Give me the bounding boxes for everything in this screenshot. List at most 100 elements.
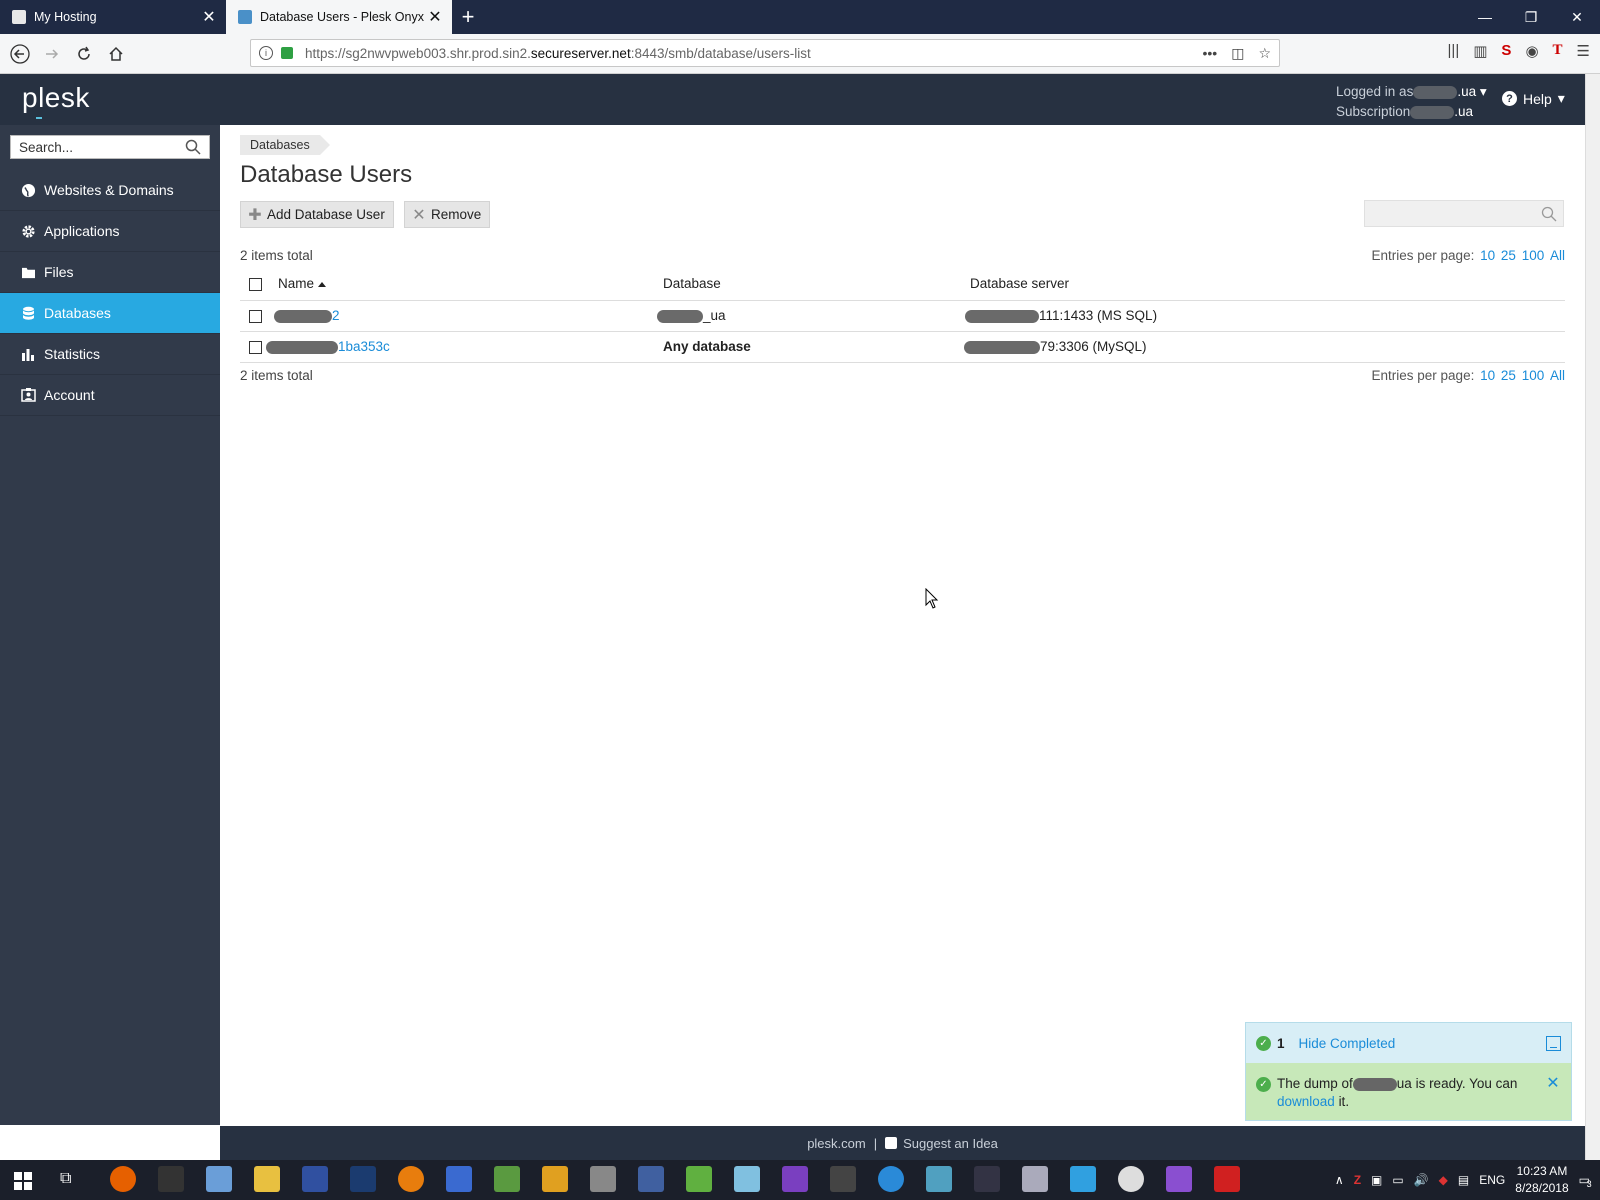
row-checkbox[interactable] [249, 309, 262, 323]
reload-icon[interactable] [68, 38, 100, 70]
minimize-icon[interactable] [1546, 1035, 1561, 1051]
app-icon[interactable] [686, 1166, 712, 1192]
tray-icon[interactable]: ▤ [1458, 1173, 1469, 1187]
extension-t-icon[interactable]: T [1553, 42, 1563, 60]
plesk-logo[interactable]: plesk [22, 82, 90, 119]
action-center-icon[interactable]: ▭ 3 [1579, 1173, 1592, 1189]
photoshop-icon[interactable] [350, 1166, 376, 1192]
plesk-com-link[interactable]: plesk.com [807, 1136, 866, 1151]
account-icon[interactable]: ◉ [1525, 42, 1538, 60]
file-explorer-icon[interactable] [254, 1166, 280, 1192]
entries-25-link[interactable]: 25 [1501, 368, 1516, 383]
volume-icon[interactable]: 🔊 [1414, 1173, 1429, 1187]
app-icon[interactable] [590, 1166, 616, 1192]
network-icon[interactable]: ▭ [1392, 1173, 1403, 1187]
entries-all-link[interactable]: All [1550, 368, 1565, 383]
filezilla-icon[interactable]: Z [1354, 1173, 1361, 1187]
row-checkbox[interactable] [249, 340, 262, 354]
dismiss-close-icon[interactable]: ✕ [1545, 1075, 1561, 1093]
entries-100-link[interactable]: 100 [1522, 248, 1545, 263]
sidebar-item-websites-domains[interactable]: Websites & Domains [0, 170, 220, 211]
visual-studio-icon[interactable] [1166, 1166, 1192, 1192]
app-icon[interactable] [1022, 1166, 1048, 1192]
entries-all-link[interactable]: All [1550, 248, 1565, 263]
minimize-icon[interactable]: — [1462, 0, 1508, 34]
info-icon[interactable]: i [259, 46, 273, 60]
app-icon[interactable] [974, 1166, 1000, 1192]
entries-25-link[interactable]: 25 [1501, 248, 1516, 263]
app-icon[interactable] [830, 1166, 856, 1192]
app-icon[interactable] [1118, 1166, 1144, 1192]
extension-s-icon[interactable]: S [1501, 42, 1511, 60]
clock[interactable]: 10:23 AM 8/28/2018 [1515, 1163, 1568, 1197]
url-text[interactable]: https://sg2nwvpweb003.shr.prod.sin2.secu… [305, 46, 1202, 61]
hide-completed-link[interactable]: Hide Completed [1299, 1036, 1546, 1051]
home-icon[interactable] [100, 38, 132, 70]
help-menu[interactable]: ? Help ▾ [1502, 90, 1565, 107]
sidebar-icon[interactable]: ▥ [1473, 42, 1487, 60]
sidebar-item-applications[interactable]: Applications [0, 211, 220, 252]
app-icon[interactable] [302, 1166, 328, 1192]
visual-studio-icon[interactable] [782, 1166, 808, 1192]
column-database-server[interactable]: Database server [970, 268, 1565, 301]
sidebar-item-statistics[interactable]: Statistics [0, 334, 220, 375]
app-icon[interactable] [206, 1166, 232, 1192]
address-bar[interactable]: i https://sg2nwvpweb003.shr.prod.sin2.se… [250, 39, 1280, 67]
entries-100-link[interactable]: 100 [1522, 368, 1545, 383]
close-icon[interactable]: ✕ [426, 7, 444, 27]
app-icon[interactable] [926, 1166, 952, 1192]
app-icon[interactable] [542, 1166, 568, 1192]
chevron-up-icon[interactable]: ∧ [1335, 1173, 1344, 1187]
back-icon[interactable] [4, 38, 36, 70]
remove-button[interactable]: ✕ Remove [404, 201, 491, 228]
sidebar-item-databases[interactable]: Databases [0, 293, 220, 334]
close-window-icon[interactable]: ✕ [1554, 0, 1600, 34]
add-database-user-button[interactable]: ✚ Add Database User [240, 201, 394, 228]
search-input[interactable] [19, 139, 185, 155]
app-icon[interactable] [638, 1166, 664, 1192]
library-icon[interactable]: ||| [1448, 42, 1460, 60]
more-icon[interactable]: ••• [1202, 45, 1217, 62]
entries-10-link[interactable]: 10 [1480, 248, 1495, 263]
download-link[interactable]: download [1277, 1094, 1335, 1109]
tab-my-hosting[interactable]: My Hosting ✕ [0, 0, 226, 34]
new-tab-icon[interactable]: + [452, 0, 484, 34]
user-name-link[interactable]: 2 [274, 300, 663, 332]
language-indicator[interactable]: ENG [1479, 1173, 1505, 1187]
app-icon[interactable] [494, 1166, 520, 1192]
forward-icon[interactable] [36, 38, 68, 70]
app-icon[interactable] [1214, 1166, 1240, 1192]
select-all-checkbox[interactable] [249, 278, 262, 292]
table-search-input[interactable] [1364, 200, 1564, 227]
app-icon[interactable] [734, 1166, 760, 1192]
tray-icon[interactable]: ▣ [1371, 1173, 1382, 1187]
app-icon[interactable] [446, 1166, 472, 1192]
sidebar-item-files[interactable]: Files [0, 252, 220, 293]
column-name[interactable]: Name [278, 268, 663, 301]
suggest-idea-link[interactable]: Suggest an Idea [885, 1136, 998, 1151]
vertical-scrollbar[interactable] [1585, 74, 1600, 1160]
windows-start-icon[interactable] [14, 1172, 32, 1190]
search-icon[interactable] [1541, 206, 1557, 222]
tab-database-users[interactable]: Database Users - Plesk Onyx 17 ✕ [226, 0, 452, 34]
sidebar-item-account[interactable]: Account [0, 375, 220, 416]
close-icon[interactable]: ✕ [200, 7, 218, 27]
restore-icon[interactable]: ❐ [1508, 0, 1554, 34]
entries-10-link[interactable]: 10 [1480, 368, 1495, 383]
user-name-link[interactable]: 1ba353c [266, 331, 663, 363]
breadcrumb[interactable]: Databases [240, 135, 330, 155]
firefox-icon[interactable] [110, 1166, 136, 1192]
task-view-icon[interactable]: ⧉ [60, 1170, 71, 1188]
menu-icon[interactable]: ☰ [1577, 42, 1590, 60]
bookmark-star-icon[interactable]: ☆ [1258, 45, 1271, 62]
blender-icon[interactable] [398, 1166, 424, 1192]
terminal-icon[interactable] [158, 1166, 184, 1192]
column-database[interactable]: Database [663, 268, 970, 301]
app-icon[interactable] [1070, 1166, 1096, 1192]
pocket-icon[interactable]: ◫ [1231, 45, 1244, 62]
search-icon[interactable] [185, 139, 201, 155]
tray-icon[interactable]: ◆ [1439, 1173, 1448, 1187]
user-info[interactable]: Logged in as .ua ▾ Subscription .ua [1336, 82, 1487, 122]
app-icon[interactable] [878, 1166, 904, 1192]
idea-icon [885, 1137, 898, 1149]
